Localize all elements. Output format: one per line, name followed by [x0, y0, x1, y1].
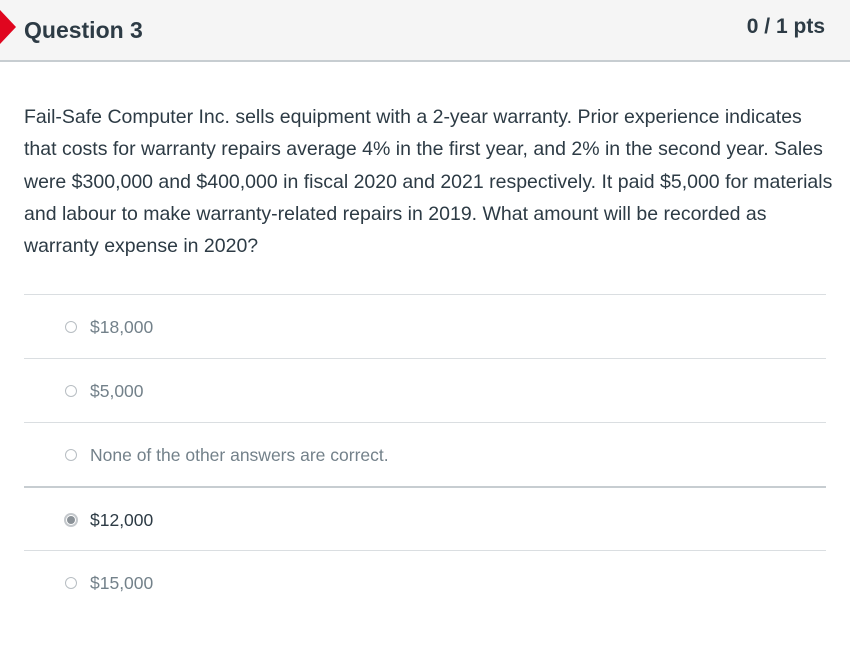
answer-label: $5,000 [90, 381, 144, 401]
answer-option[interactable]: $18,000 [24, 294, 826, 358]
radio-button[interactable] [65, 385, 77, 397]
question-title: Question 3 [24, 17, 143, 43]
radio-button[interactable] [65, 577, 77, 589]
answer-option[interactable]: None of the other answers are correct. [24, 422, 826, 486]
radio-button[interactable] [65, 321, 77, 333]
answer-label: None of the other answers are correct. [90, 445, 389, 465]
question-text: Fail-Safe Computer Inc. sells equipment … [24, 106, 833, 258]
answer-option[interactable]: $5,000 [24, 358, 826, 422]
incorrect-flag-icon [0, 10, 16, 44]
question-points: 0 / 1 pts [746, 15, 825, 38]
answer-label: $18,000 [90, 317, 154, 337]
radio-button-selected[interactable] [64, 513, 78, 527]
answer-option[interactable]: $15,000 [24, 550, 826, 614]
answer-list: $18,000 $5,000 None of the other answers… [24, 294, 826, 614]
answer-label: $15,000 [90, 573, 154, 593]
answer-label: $12,000 [90, 510, 154, 530]
question-header: Question 3 0 / 1 pts [0, 0, 850, 62]
answer-option-selected[interactable]: $12,000 [24, 486, 826, 550]
radio-button[interactable] [65, 449, 77, 461]
